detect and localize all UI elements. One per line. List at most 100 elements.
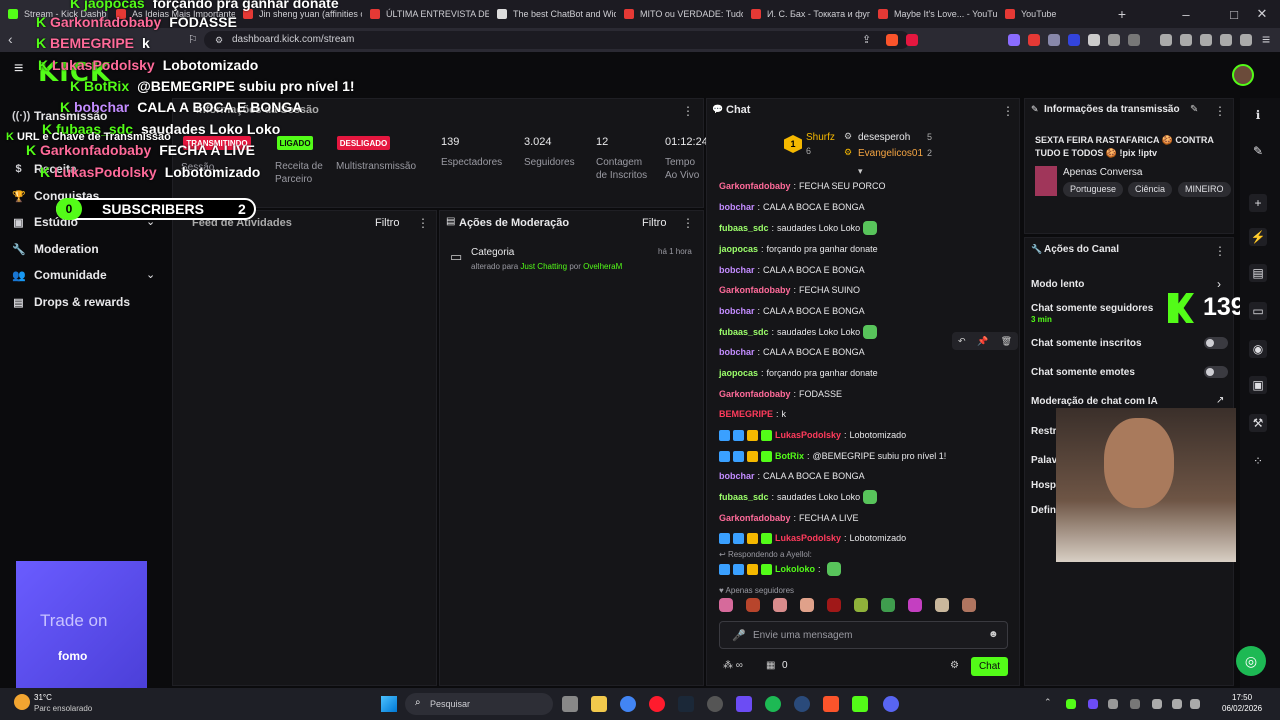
chevron-down-icon[interactable]: ⌄ <box>146 268 155 281</box>
close-icon[interactable]: ✕ <box>1244 0 1280 28</box>
chat-message[interactable]: bobchar: CALA A BOCA E BONGA <box>719 199 865 215</box>
chat-message[interactable]: fubaas_sdc: saudades Loko Loko <box>719 489 878 505</box>
tray-icon[interactable] <box>1130 699 1140 709</box>
download-icon[interactable] <box>1220 34 1232 46</box>
more-icon[interactable]: ⋮ <box>417 216 429 230</box>
file-explorer-icon[interactable] <box>591 696 607 712</box>
browser-tab[interactable]: И. С. Бах - Токката и фуга <box>743 0 870 28</box>
emote-icon[interactable] <box>908 598 922 612</box>
monitor-icon[interactable]: ▣ <box>1249 376 1267 394</box>
category-link[interactable]: Just Chatting <box>520 262 567 271</box>
chat-message[interactable]: Garkonfadobaby: FECHA A LIVE <box>719 510 859 526</box>
chat-username[interactable]: Garkonfadobaby <box>719 181 791 191</box>
chevron-down-icon[interactable]: ▾ <box>858 166 863 177</box>
extension-icon[interactable] <box>1088 34 1100 46</box>
bookmark-icon[interactable]: ⚐ <box>188 33 198 46</box>
ad-banner[interactable]: Trade on fomo <box>16 561 147 692</box>
browser-tab[interactable]: Maybe It's Love... - YouTub <box>870 0 997 28</box>
chat-username[interactable]: bobchar <box>719 471 755 481</box>
followers-only-item[interactable]: Chat somente seguidores <box>1031 303 1153 314</box>
chat-message[interactable]: LukasPodolsky: Lobotomizado <box>719 530 906 546</box>
delete-icon[interactable]: 🗑 <box>1001 336 1012 347</box>
ai-moderation-item[interactable]: Moderação de chat com IA <box>1031 396 1158 407</box>
chat-message[interactable]: Garkonfadobaby: FECHA SEU PORCO <box>719 178 886 194</box>
chat-username[interactable]: fubaas_sdc <box>719 223 769 233</box>
emote-icon[interactable] <box>827 598 841 612</box>
activity-filter-button[interactable]: Filtro <box>375 217 399 229</box>
emote-icon[interactable] <box>800 598 814 612</box>
chat-username[interactable]: jaopocas <box>719 244 758 254</box>
store-icon[interactable]: ▦ <box>766 660 775 671</box>
app-icon[interactable] <box>736 696 752 712</box>
chat-username[interactable]: bobchar <box>719 306 755 316</box>
chat-message[interactable]: jaopocas: forçando pra ganhar donate <box>719 365 878 381</box>
subs-only-toggle[interactable] <box>1204 337 1228 349</box>
address-bar[interactable]: dashboard.kick.com/stream <box>204 31 910 49</box>
emote-icon[interactable] <box>962 598 976 612</box>
task-view-icon[interactable] <box>562 696 578 712</box>
opera-icon[interactable] <box>649 696 665 712</box>
mod-filter-button[interactable]: Filtro <box>642 217 666 229</box>
plus-icon[interactable]: + <box>1249 194 1267 212</box>
emoji-icon[interactable]: ☻ <box>988 629 999 640</box>
more-icon[interactable]: ⋮ <box>682 104 694 118</box>
emote-icon[interactable] <box>881 598 895 612</box>
chat-message[interactable]: bobchar: CALA A BOCA E BONGA <box>719 344 865 360</box>
tray-icon[interactable] <box>1108 699 1118 709</box>
back-icon[interactable]: ‹ <box>8 31 13 47</box>
chat-message[interactable]: bobchar: CALA A BOCA E BONGA <box>719 468 865 484</box>
more-icon[interactable]: ⋮ <box>1002 104 1014 118</box>
chat-username[interactable]: Lokoloko <box>775 564 815 574</box>
extension-icon[interactable] <box>1128 34 1140 46</box>
avatar[interactable] <box>1232 64 1254 86</box>
chat-message[interactable]: jaopocas: forçando pra ganhar donate <box>719 241 878 257</box>
reply-icon[interactable]: ↶ <box>958 336 966 347</box>
chat-username[interactable]: fubaas_sdc <box>719 327 769 337</box>
user-link[interactable]: OvelheraM <box>583 262 622 271</box>
site-info-icon[interactable]: ⚙ <box>215 35 223 46</box>
wrench-icon[interactable]: ⚒ <box>1249 414 1267 432</box>
emotes-only-item[interactable]: Chat somente emotes <box>1031 367 1135 378</box>
chat-username[interactable]: bobchar <box>719 202 755 212</box>
chat-username[interactable]: jaopocas <box>719 368 758 378</box>
wallet-icon[interactable] <box>1200 34 1212 46</box>
chat-username[interactable]: Garkonfadobaby <box>719 285 791 295</box>
chat-bubble-icon[interactable]: ▭ <box>1249 302 1267 320</box>
edit-icon[interactable]: ✎ <box>1190 104 1198 115</box>
broadcast-icon[interactable]: ◉ <box>1249 340 1267 358</box>
more-icon[interactable]: ⋮ <box>1214 244 1226 258</box>
extension-icon[interactable] <box>1048 34 1060 46</box>
chat-message[interactable]: BEMEGRIPE: k <box>719 406 786 422</box>
chat-username[interactable]: Garkonfadobaby <box>719 389 791 399</box>
lightning-icon[interactable]: ⚡ <box>1249 228 1267 246</box>
menu-icon[interactable]: ≡ <box>1262 31 1270 47</box>
spotify-icon[interactable] <box>765 696 781 712</box>
brave-icon[interactable] <box>823 696 839 712</box>
top-user[interactable]: desesperoh <box>858 132 910 143</box>
chat-username[interactable]: BotRix <box>775 451 804 461</box>
chat-username[interactable]: bobchar <box>719 265 755 275</box>
pencil-icon[interactable]: ✎ <box>1249 142 1267 160</box>
chat-username[interactable]: Garkonfadobaby <box>719 513 791 523</box>
brave-shield-icon[interactable] <box>886 34 898 46</box>
emote-icon[interactable] <box>773 598 787 612</box>
extension-icon[interactable] <box>1008 34 1020 46</box>
weather-temp[interactable]: 31°C <box>34 693 52 702</box>
chat-input-placeholder[interactable]: Envie uma mensagem <box>753 630 853 641</box>
dots-icon[interactable]: ⁘ <box>1249 452 1267 470</box>
mic-icon[interactable] <box>1152 699 1162 709</box>
extension-icon[interactable] <box>1068 34 1080 46</box>
app-icon[interactable] <box>707 696 723 712</box>
more-icon[interactable]: ⋮ <box>1214 104 1226 118</box>
browser-tab[interactable]: The best ChatBot and Wid <box>489 0 616 28</box>
emote-icon[interactable] <box>935 598 949 612</box>
vpn-icon[interactable] <box>1240 34 1252 46</box>
sidebar-item-comunidade[interactable]: 👥 Comunidade <box>12 265 107 285</box>
sidebar-item-moderation[interactable]: 🔧 Moderation <box>12 239 99 259</box>
emote-icon[interactable] <box>854 598 868 612</box>
taskbar-search[interactable]: ⌕ Pesquisar <box>405 693 553 715</box>
points-icon[interactable]: ⁂ ∞ <box>723 660 743 671</box>
chrome-icon[interactable] <box>620 696 636 712</box>
chat-message[interactable]: Garkonfadobaby: FECHA SUINO <box>719 282 860 298</box>
wifi-icon[interactable] <box>1172 699 1182 709</box>
